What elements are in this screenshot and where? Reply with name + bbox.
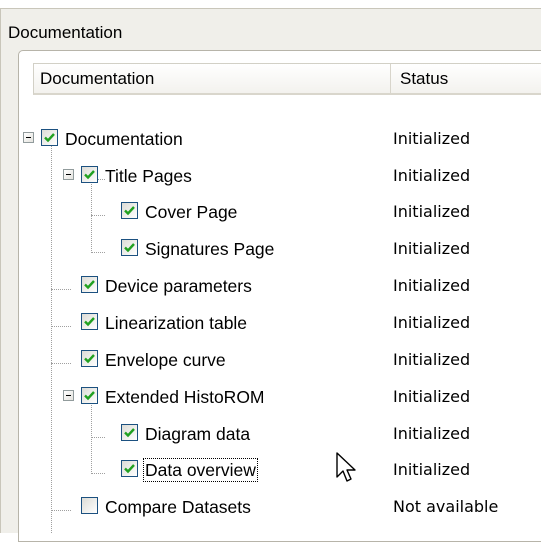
- status-value: Initialized: [393, 202, 471, 221]
- checkbox-documentation[interactable]: [41, 129, 58, 146]
- tree-header: Documentation Status: [33, 63, 541, 95]
- collapse-icon[interactable]: [63, 390, 74, 401]
- tree-item-label[interactable]: Envelope curve: [103, 348, 228, 372]
- tree-row-documentation[interactable]: Documentation Initialized: [19, 121, 541, 158]
- status-value: Initialized: [393, 313, 471, 332]
- tree-row-envelope-curve[interactable]: Envelope curve Initialized: [19, 342, 541, 379]
- checkbox-signatures-page[interactable]: [121, 239, 138, 256]
- documentation-tree[interactable]: Documentation Status Documentation Initia…: [18, 50, 541, 542]
- status-value: Initialized: [393, 424, 471, 443]
- checkbox-compare-datasets[interactable]: [81, 497, 98, 514]
- status-value: Initialized: [393, 239, 471, 258]
- collapse-icon[interactable]: [63, 169, 74, 180]
- tree-item-label[interactable]: Title Pages: [103, 164, 194, 188]
- status-value: Initialized: [393, 166, 471, 185]
- status-value: Initialized: [393, 460, 471, 479]
- tree-item-label[interactable]: Documentation: [63, 127, 185, 151]
- status-value: Initialized: [393, 276, 471, 295]
- tree-row-device-parameters[interactable]: Device parameters Initialized: [19, 268, 541, 305]
- checkbox-envelope-curve[interactable]: [81, 350, 98, 367]
- tree-row-signatures-page[interactable]: Signatures Page Initialized: [19, 231, 541, 268]
- tree-row-data-overview[interactable]: Data overview Initialized: [19, 452, 541, 489]
- tree-item-label[interactable]: Device parameters: [103, 274, 254, 298]
- checkbox-linearization-table[interactable]: [81, 313, 98, 330]
- status-value: Initialized: [393, 350, 471, 369]
- tree-row-extended-historom[interactable]: Extended HistoROM Initialized: [19, 379, 541, 416]
- tree-item-label[interactable]: Cover Page: [143, 200, 239, 224]
- tree-row-cover-page[interactable]: Cover Page Initialized: [19, 194, 541, 231]
- column-header-documentation[interactable]: Documentation: [34, 64, 391, 93]
- tree-item-label[interactable]: Data overview: [143, 458, 258, 482]
- panel-title: Documentation: [8, 23, 123, 42]
- checkbox-diagram-data[interactable]: [121, 424, 138, 441]
- collapse-icon[interactable]: [23, 132, 34, 143]
- checkbox-data-overview[interactable]: [121, 460, 138, 477]
- tree-item-label[interactable]: Compare Datasets: [103, 495, 253, 519]
- status-value: Not available: [393, 497, 499, 516]
- tree-row-linearization-table[interactable]: Linearization table Initialized: [19, 305, 541, 342]
- checkbox-device-parameters[interactable]: [81, 276, 98, 293]
- status-value: Initialized: [393, 387, 471, 406]
- tree-item-label[interactable]: Extended HistoROM: [103, 385, 267, 409]
- tree-row-title-pages[interactable]: Title Pages Initialized: [19, 158, 541, 195]
- column-header-status[interactable]: Status: [392, 64, 448, 93]
- tree-row-compare-datasets[interactable]: Compare Datasets Not available: [19, 489, 541, 526]
- status-value: Initialized: [393, 129, 471, 148]
- checkbox-cover-page[interactable]: [121, 202, 138, 219]
- tree-item-label[interactable]: Linearization table: [103, 311, 249, 335]
- tree-item-label[interactable]: Diagram data: [143, 422, 252, 446]
- tree-row-diagram-data[interactable]: Diagram data Initialized: [19, 416, 541, 453]
- checkbox-extended-historom[interactable]: [81, 387, 98, 404]
- mouse-pointer-icon: [336, 452, 356, 482]
- checkbox-title-pages[interactable]: [81, 166, 98, 183]
- tree-item-label[interactable]: Signatures Page: [143, 237, 276, 261]
